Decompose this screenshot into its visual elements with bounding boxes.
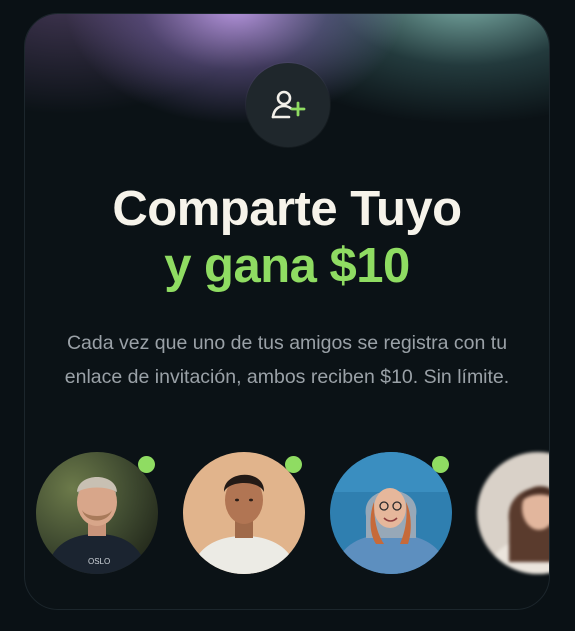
- referral-card: Comparte Tuyo y gana $10 Cada vez que un…: [24, 13, 550, 610]
- page-title: Comparte Tuyo y gana $10: [25, 181, 549, 295]
- user-plus-icon: [271, 90, 306, 119]
- user-plus-badge: [246, 63, 330, 147]
- referral-description: Cada vez que uno de tus amigos se regist…: [64, 332, 510, 388]
- online-indicator: [285, 456, 302, 473]
- avatar[interactable]: [477, 452, 549, 574]
- online-indicator: [138, 456, 155, 473]
- title-line-1: Comparte Tuyo: [112, 182, 462, 236]
- title-line-2: y gana $10: [164, 239, 410, 293]
- svg-text:OSLO: OSLO: [88, 557, 110, 566]
- online-indicator: [432, 456, 449, 473]
- friend-4-photo: [477, 452, 549, 574]
- friends-avatar-row: OSLO: [36, 452, 549, 582]
